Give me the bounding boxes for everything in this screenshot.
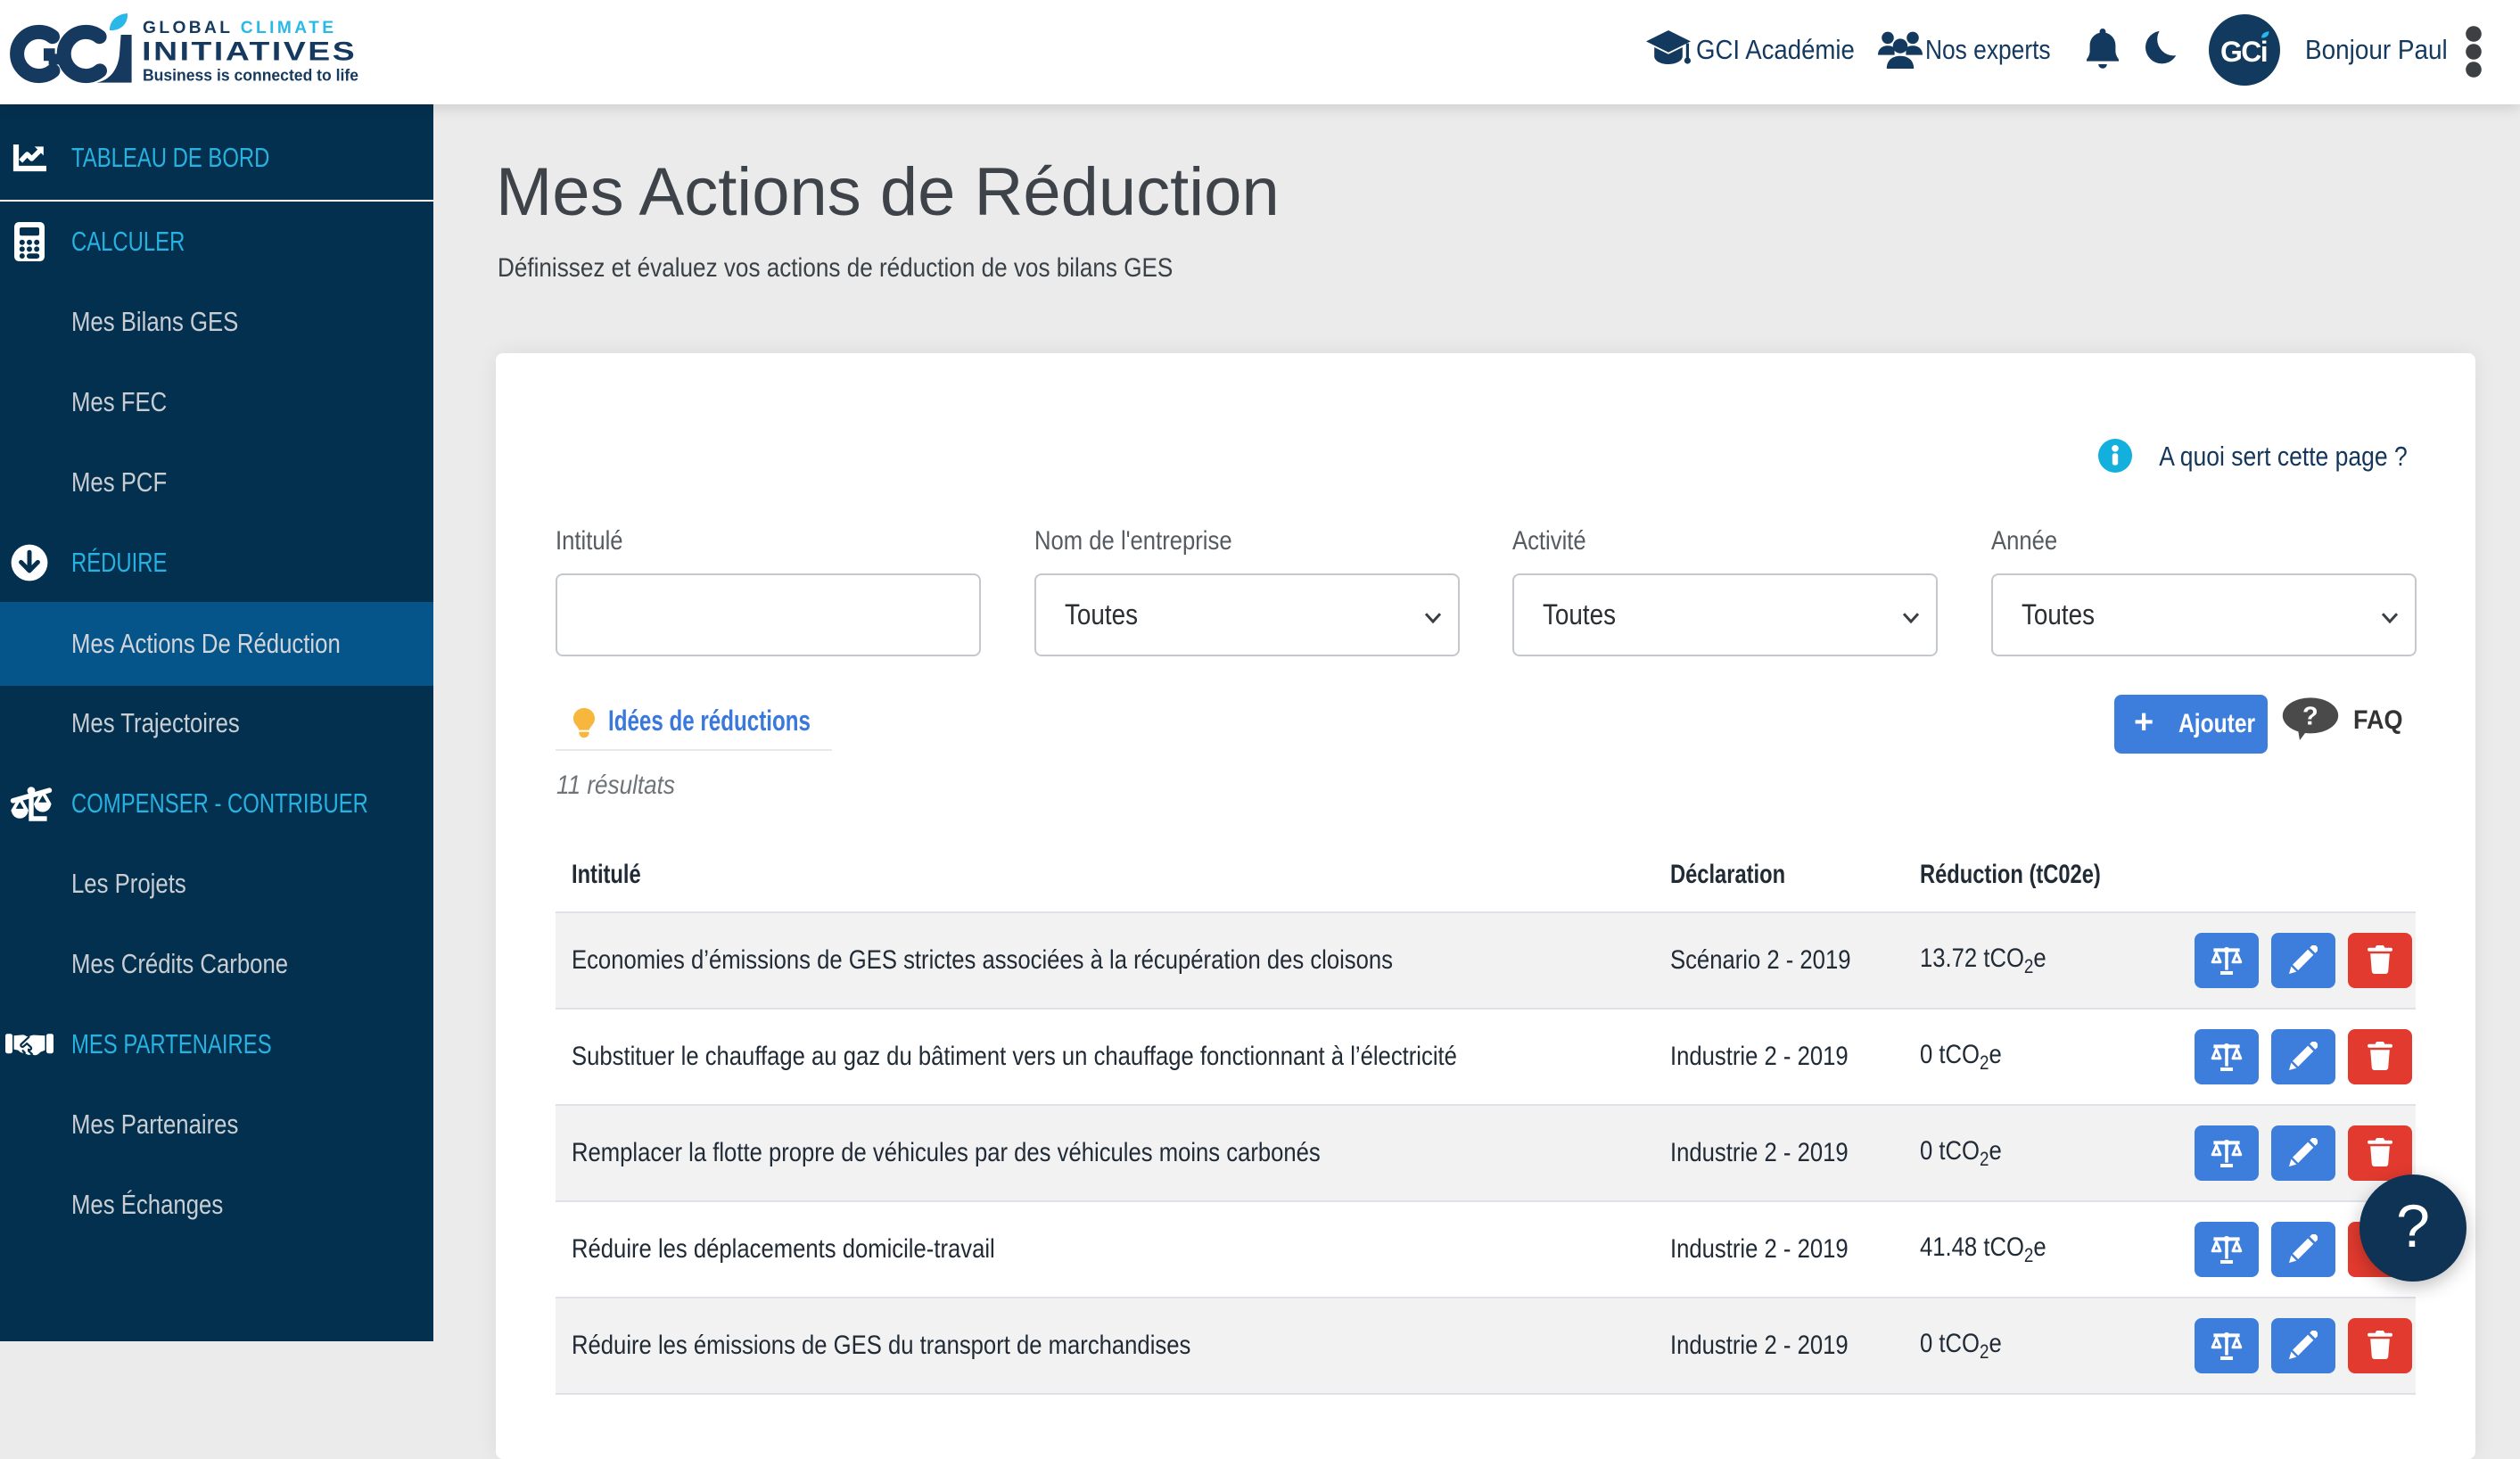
svg-text:GCi: GCi — [2220, 36, 2267, 68]
svg-text:GLOBAL CLIMATE: GLOBAL CLIMATE — [143, 19, 336, 37]
svg-text:Business is connected to life: Business is connected to life — [143, 65, 358, 84]
svg-text:?: ? — [2302, 703, 2318, 731]
svg-text:INITIATIVES: INITIATIVES — [142, 38, 357, 67]
